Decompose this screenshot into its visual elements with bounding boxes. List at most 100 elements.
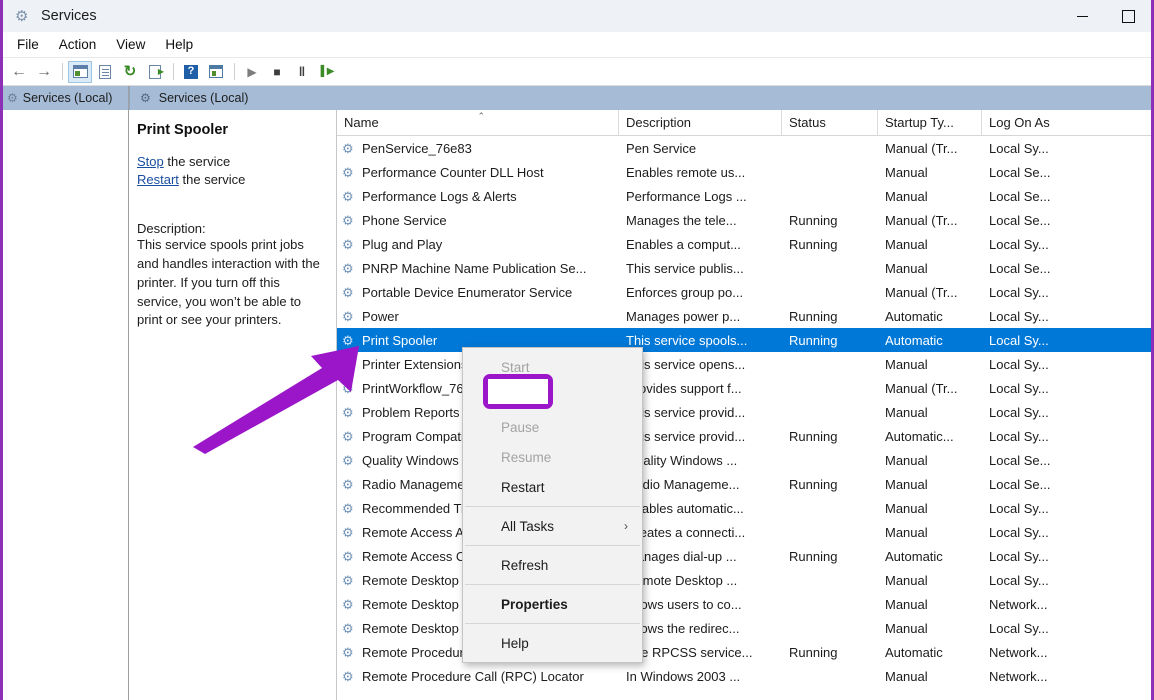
table-row[interactable]: Printer Extensions and NotificationsThis… bbox=[337, 352, 1151, 376]
cell-log-on-as: Local Sy... bbox=[982, 285, 1082, 300]
table-row[interactable]: Remote Desktop ConfigurationRemote Deskt… bbox=[337, 568, 1151, 592]
table-row[interactable]: Problem Reports Control Panel Sup...This… bbox=[337, 400, 1151, 424]
context-menu-item-all-tasks[interactable]: All Tasks› bbox=[463, 511, 642, 541]
context-menu-separator bbox=[465, 584, 640, 585]
table-row[interactable]: Recommended Troubleshooting Se...Enables… bbox=[337, 496, 1151, 520]
table-row[interactable]: Phone ServiceManages the tele...RunningM… bbox=[337, 208, 1151, 232]
tree-item-services-local[interactable]: Services (Local) bbox=[3, 86, 128, 110]
restart-service-link[interactable]: Restart bbox=[137, 172, 179, 187]
service-name-label: Print Spooler bbox=[362, 333, 437, 348]
help-icon[interactable]: ? bbox=[179, 61, 203, 83]
stop-service-link[interactable]: Stop bbox=[137, 154, 164, 169]
table-row[interactable]: Radio Management ServiceRadio Manageme..… bbox=[337, 472, 1151, 496]
details-stop-line: Stop the service bbox=[137, 154, 326, 169]
column-header-status[interactable]: Status bbox=[782, 110, 878, 135]
service-name-label: PenService_76e83 bbox=[362, 141, 472, 156]
table-row[interactable]: Remote Desktop ServicesAllows users to c… bbox=[337, 592, 1151, 616]
details-description-text: This service spools print jobs and handl… bbox=[137, 236, 326, 330]
table-row[interactable]: Performance Logs & AlertsPerformance Log… bbox=[337, 184, 1151, 208]
details-restart-line: Restart the service bbox=[137, 172, 326, 187]
service-name-label: Performance Logs & Alerts bbox=[362, 189, 517, 204]
context-menu-item-help[interactable]: Help bbox=[463, 628, 642, 658]
column-header-desc[interactable]: Description bbox=[619, 110, 782, 135]
table-row[interactable]: Remote Desktop Services UserMode...Allow… bbox=[337, 616, 1151, 640]
menu-action[interactable]: Action bbox=[49, 34, 107, 55]
cell-log-on-as: Local Sy... bbox=[982, 141, 1082, 156]
table-row[interactable]: Remote Access Auto Connection M...Create… bbox=[337, 520, 1151, 544]
table-row[interactable]: Program Compatibility Assistant Se...Thi… bbox=[337, 424, 1151, 448]
table-row[interactable]: PowerManages power p...RunningAutomaticL… bbox=[337, 304, 1151, 328]
context-menu-item-refresh[interactable]: Refresh bbox=[463, 550, 642, 580]
menu-help[interactable]: Help bbox=[155, 34, 203, 55]
cell-log-on-as: Local Sy... bbox=[982, 237, 1082, 252]
service-name-label: Remote Procedure Call (RPC) Locator bbox=[362, 669, 584, 684]
show-hide-console-tree-icon[interactable] bbox=[68, 61, 92, 83]
context-menu-item-properties[interactable]: Properties bbox=[463, 589, 642, 619]
cell-startup-type: Automatic bbox=[878, 645, 982, 660]
show-hide-action-pane-icon[interactable] bbox=[204, 61, 228, 83]
table-row-selected[interactable]: Print SpoolerThis service spools...Runni… bbox=[337, 328, 1151, 352]
window-title: Services bbox=[41, 8, 97, 24]
stop-service-suffix: the service bbox=[164, 154, 230, 169]
cell-status: Running bbox=[782, 213, 878, 228]
cell-description: Creates a connecti... bbox=[619, 525, 782, 540]
cell-startup-type: Automatic bbox=[878, 549, 982, 564]
service-details-panel: Print Spooler Stop the service Restart t… bbox=[129, 110, 337, 700]
stop-service-icon[interactable] bbox=[265, 61, 289, 83]
column-header-label: Status bbox=[789, 115, 826, 130]
start-service-icon[interactable] bbox=[240, 61, 264, 83]
cell-log-on-as: Local Sy... bbox=[982, 525, 1082, 540]
cell-startup-type: Manual (Tr... bbox=[878, 285, 982, 300]
menu-file[interactable]: File bbox=[7, 34, 49, 55]
pause-service-icon[interactable] bbox=[290, 61, 314, 83]
column-header-start[interactable]: Startup Ty... bbox=[878, 110, 982, 135]
table-row[interactable]: PrintWorkflow_76e83Provides support f...… bbox=[337, 376, 1151, 400]
table-row[interactable]: Remote Procedure Call (RPC) LocatorIn Wi… bbox=[337, 664, 1151, 688]
service-gear-icon bbox=[342, 141, 357, 156]
properties-icon[interactable] bbox=[93, 61, 117, 83]
table-row[interactable]: Remote Procedure Call (RPC)The RPCSS ser… bbox=[337, 640, 1151, 664]
column-header-label: Description bbox=[626, 115, 691, 130]
context-menu-item-stop[interactable]: Stop bbox=[463, 382, 642, 412]
forward-icon[interactable] bbox=[32, 61, 56, 83]
back-icon[interactable] bbox=[7, 61, 31, 83]
column-header-logon[interactable]: Log On As bbox=[982, 110, 1082, 135]
context-menu-separator bbox=[465, 506, 640, 507]
context-menu-item-label: Refresh bbox=[501, 558, 548, 573]
table-row[interactable]: Quality Windows Audio Video Expe...Quali… bbox=[337, 448, 1151, 472]
cell-log-on-as: Local Sy... bbox=[982, 621, 1082, 636]
column-header-name[interactable]: Name⌃ bbox=[337, 110, 619, 135]
menu-view[interactable]: View bbox=[106, 34, 155, 55]
cell-status: Running bbox=[782, 429, 878, 444]
cell-description: Radio Manageme... bbox=[619, 477, 782, 492]
services-gear-icon bbox=[15, 8, 31, 24]
cell-status: Running bbox=[782, 237, 878, 252]
service-name-label: Phone Service bbox=[362, 213, 447, 228]
cell-status: Running bbox=[782, 645, 878, 660]
table-row[interactable]: Remote Access Connection ManagerManages … bbox=[337, 544, 1151, 568]
cell-startup-type: Manual bbox=[878, 405, 982, 420]
column-header-label: Startup Ty... bbox=[885, 115, 954, 130]
cell-log-on-as: Local Se... bbox=[982, 477, 1082, 492]
restart-service-icon[interactable] bbox=[315, 61, 339, 83]
table-row[interactable]: Performance Counter DLL HostEnables remo… bbox=[337, 160, 1151, 184]
cell-name: Power bbox=[337, 309, 619, 324]
cell-description: Pen Service bbox=[619, 141, 782, 156]
context-menu-separator bbox=[465, 623, 640, 624]
cell-description: Manages power p... bbox=[619, 309, 782, 324]
table-row[interactable]: Plug and PlayEnables a comput...RunningM… bbox=[337, 232, 1151, 256]
export-list-icon[interactable] bbox=[143, 61, 167, 83]
service-gear-icon bbox=[342, 501, 357, 516]
cell-name: PNRP Machine Name Publication Se... bbox=[337, 261, 619, 276]
refresh-icon[interactable] bbox=[118, 61, 142, 83]
context-menu-item-restart[interactable]: Restart bbox=[463, 472, 642, 502]
table-row[interactable]: PNRP Machine Name Publication Se...This … bbox=[337, 256, 1151, 280]
minimize-button[interactable] bbox=[1059, 0, 1105, 32]
pane-header: Services (Local) bbox=[129, 86, 1151, 110]
table-row[interactable]: PenService_76e83Pen ServiceManual (Tr...… bbox=[337, 136, 1151, 160]
maximize-button[interactable] bbox=[1105, 0, 1151, 32]
cell-description: Provides support f... bbox=[619, 381, 782, 396]
table-row[interactable]: Portable Device Enumerator ServiceEnforc… bbox=[337, 280, 1151, 304]
sort-ascending-icon: ⌃ bbox=[478, 111, 486, 122]
service-name-label: Portable Device Enumerator Service bbox=[362, 285, 572, 300]
